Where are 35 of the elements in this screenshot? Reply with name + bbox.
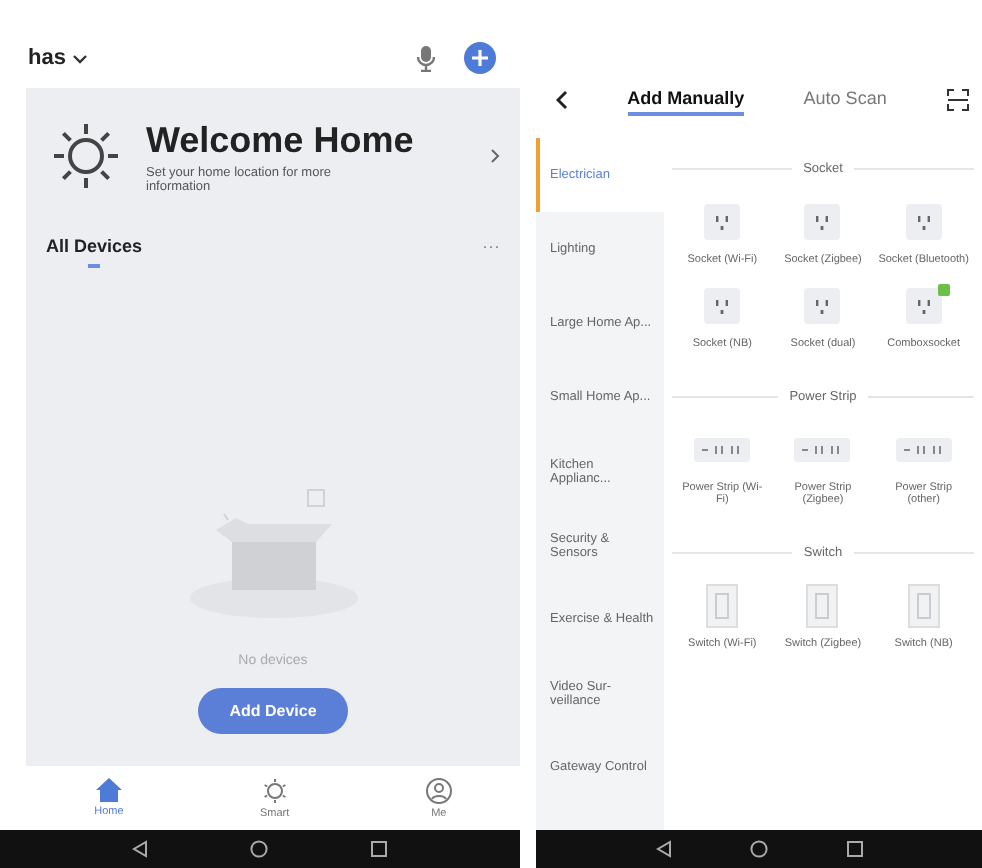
mic-icon[interactable] [416, 45, 436, 71]
back-icon[interactable] [131, 840, 148, 858]
chevron-right-icon[interactable] [490, 148, 500, 164]
add-device-button[interactable]: Add Device [197, 688, 349, 734]
power-strip-icon[interactable] [794, 438, 851, 462]
home-name[interactable]: has [28, 46, 66, 70]
sun-icon [261, 777, 288, 803]
power-strip-icon[interactable] [895, 438, 952, 462]
home-icon[interactable] [249, 840, 268, 858]
socket-icon[interactable] [905, 288, 942, 324]
recents-icon[interactable] [845, 840, 863, 858]
home-icon[interactable] [749, 840, 767, 858]
tab[interactable]: Add Manually [627, 84, 745, 116]
add-icon[interactable] [464, 42, 496, 74]
back-icon[interactable] [556, 90, 568, 110]
socket-icon[interactable] [804, 288, 841, 324]
section-title[interactable]: All Devices [46, 236, 143, 256]
recents-icon[interactable] [370, 840, 389, 858]
more-button[interactable]: ··· [482, 236, 500, 256]
socket-icon[interactable] [804, 204, 841, 240]
scan-icon[interactable] [945, 88, 970, 112]
tab[interactable]: Auto Scan [803, 84, 887, 116]
chevron-down-icon[interactable] [71, 53, 88, 63]
home-icon [95, 778, 122, 802]
power-strip-icon[interactable] [694, 438, 751, 462]
socket-icon[interactable] [704, 288, 741, 324]
socket-icon[interactable] [704, 204, 741, 240]
switch-icon[interactable] [706, 584, 739, 628]
user-icon [425, 777, 452, 803]
welcome-title: Welcome Home [146, 119, 416, 161]
back-icon[interactable] [655, 840, 671, 858]
socket-icon[interactable] [905, 204, 942, 240]
switch-icon[interactable] [806, 584, 839, 628]
switch-icon[interactable] [907, 584, 940, 628]
tab-indicator [88, 264, 101, 268]
